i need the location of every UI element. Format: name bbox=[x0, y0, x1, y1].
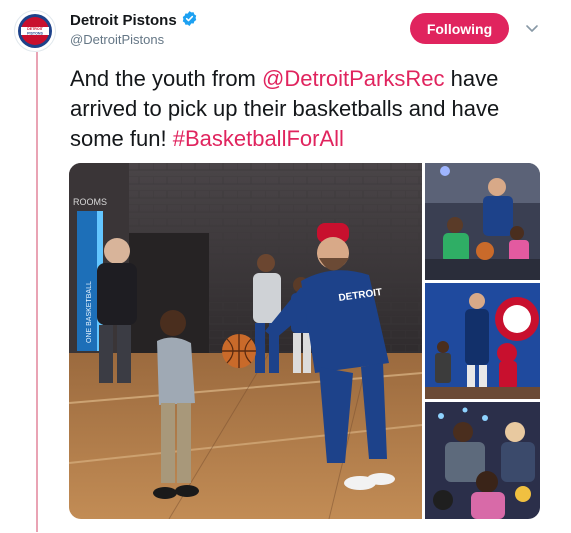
side-photo-3[interactable] bbox=[425, 402, 540, 519]
hashtag-link[interactable]: #BasketballForAll bbox=[173, 126, 344, 151]
tweet-text: And the youth from @DetroitParksRec have… bbox=[70, 64, 550, 154]
main-photo[interactable]: ROOMS ONE BASKETBALL DETROIT bbox=[69, 163, 422, 519]
author-handle[interactable]: @DetroitPistons bbox=[70, 32, 164, 47]
chevron-down-icon[interactable] bbox=[524, 20, 540, 36]
verified-badge-icon bbox=[181, 10, 198, 31]
side-photo-2[interactable] bbox=[425, 283, 540, 399]
avatar-text-bottom: PISTONS bbox=[27, 31, 43, 35]
author-name-row[interactable]: Detroit Pistons bbox=[70, 10, 198, 31]
media-grid: ROOMS ONE BASKETBALL DETROIT bbox=[69, 163, 540, 519]
following-button[interactable]: Following bbox=[410, 13, 509, 44]
thread-line bbox=[36, 52, 38, 532]
main-photo-sign: ROOMS bbox=[73, 197, 107, 207]
main-photo-banner: ONE BASKETBALL bbox=[86, 281, 93, 343]
mention-link[interactable]: @DetroitParksRec bbox=[262, 66, 445, 91]
tweet-text-part1: And the youth from bbox=[70, 66, 262, 91]
author-name[interactable]: Detroit Pistons bbox=[70, 12, 177, 29]
pistons-logo: DETROIT PISTONS bbox=[18, 14, 52, 48]
avatar[interactable]: DETROIT PISTONS bbox=[14, 10, 56, 52]
side-photo-1[interactable] bbox=[425, 163, 540, 280]
